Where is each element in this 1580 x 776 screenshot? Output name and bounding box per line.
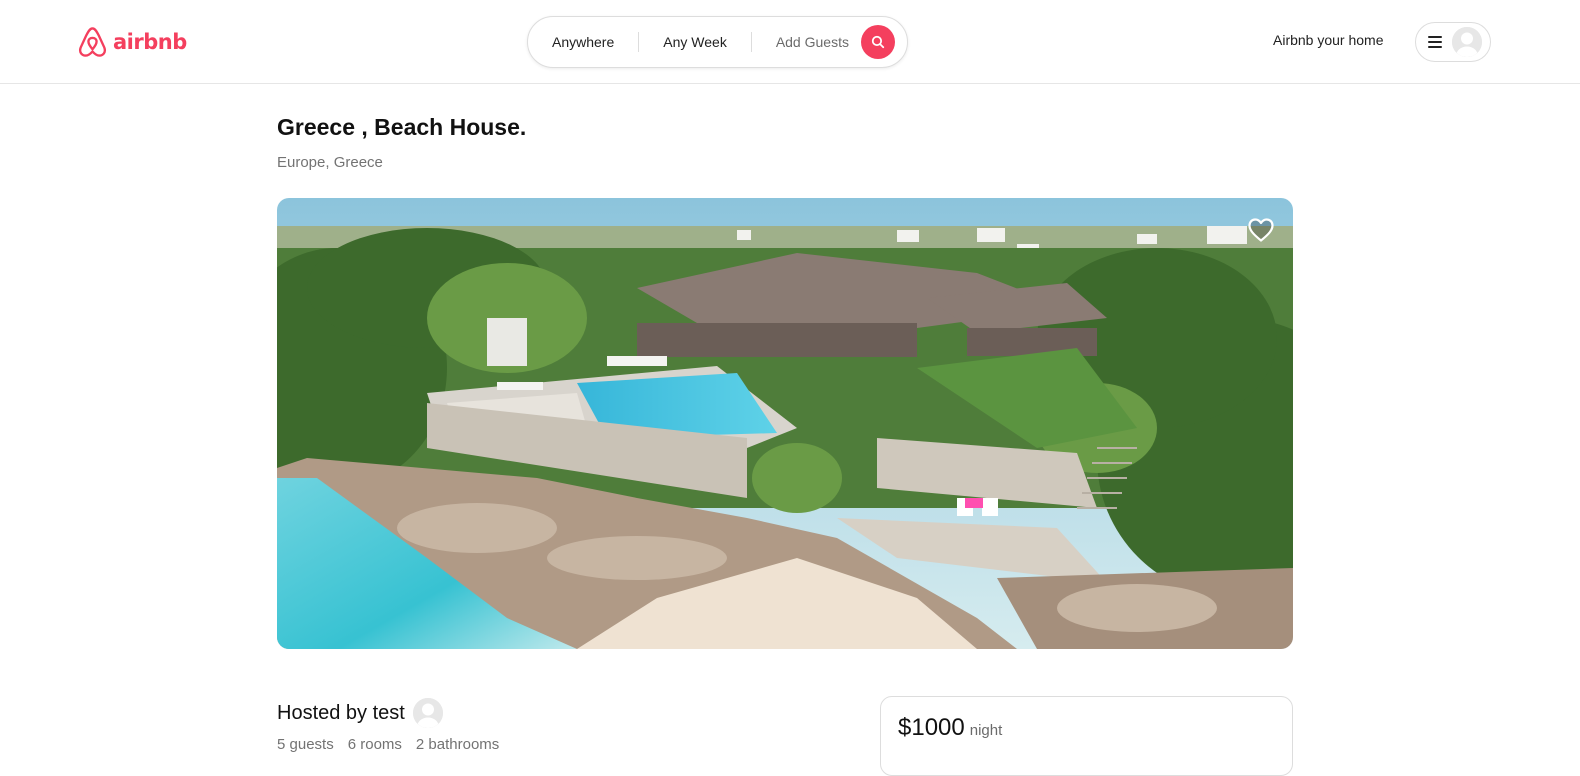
price-unit: night xyxy=(969,722,1003,739)
price-row: $1000 night xyxy=(898,714,1002,742)
user-avatar xyxy=(1452,27,1482,57)
user-avatar-icon xyxy=(1452,27,1482,57)
bathroom-count: 2 bathrooms xyxy=(415,736,500,753)
listing-location: Europe, Greece xyxy=(277,154,383,171)
search-icon xyxy=(871,35,885,49)
user-menu-button[interactable] xyxy=(1415,22,1491,62)
listing-stats: 5 guests 6 rooms 2 bathrooms xyxy=(277,736,499,753)
guest-count: 5 guests xyxy=(277,736,334,753)
heart-icon xyxy=(1248,218,1274,242)
search-bar[interactable]: Anywhere Any Week Add Guests xyxy=(527,16,908,68)
search-button[interactable] xyxy=(860,25,895,59)
hamburger-menu-icon xyxy=(1428,36,1442,48)
search-location[interactable]: Anywhere xyxy=(528,32,638,52)
beach-house-photo xyxy=(277,198,1293,649)
user-avatar-icon xyxy=(412,698,443,728)
listing-hero-image[interactable] xyxy=(277,198,1293,649)
favorite-button[interactable] xyxy=(1247,217,1275,243)
search-dates[interactable]: Any Week xyxy=(639,32,751,52)
search-guests[interactable]: Add Guests xyxy=(752,32,861,52)
room-count: 6 rooms xyxy=(347,736,402,753)
top-navbar: airbnb Anywhere Any Week Add Guests Airb… xyxy=(0,0,1580,84)
logo-text: airbnb xyxy=(113,30,187,54)
airbnb-your-home-link[interactable]: Airbnb your home xyxy=(1273,32,1384,48)
host-info: Hosted by test xyxy=(277,698,443,728)
host-avatar[interactable] xyxy=(412,698,443,728)
price-amount: $1000 xyxy=(898,714,965,741)
listing-title: Greece , Beach House. xyxy=(277,114,527,140)
reservation-card: $1000 night xyxy=(880,696,1293,776)
hosted-by-label: Hosted by test xyxy=(277,701,405,724)
airbnb-logo-icon xyxy=(78,27,107,57)
airbnb-logo[interactable]: airbnb xyxy=(78,26,187,58)
